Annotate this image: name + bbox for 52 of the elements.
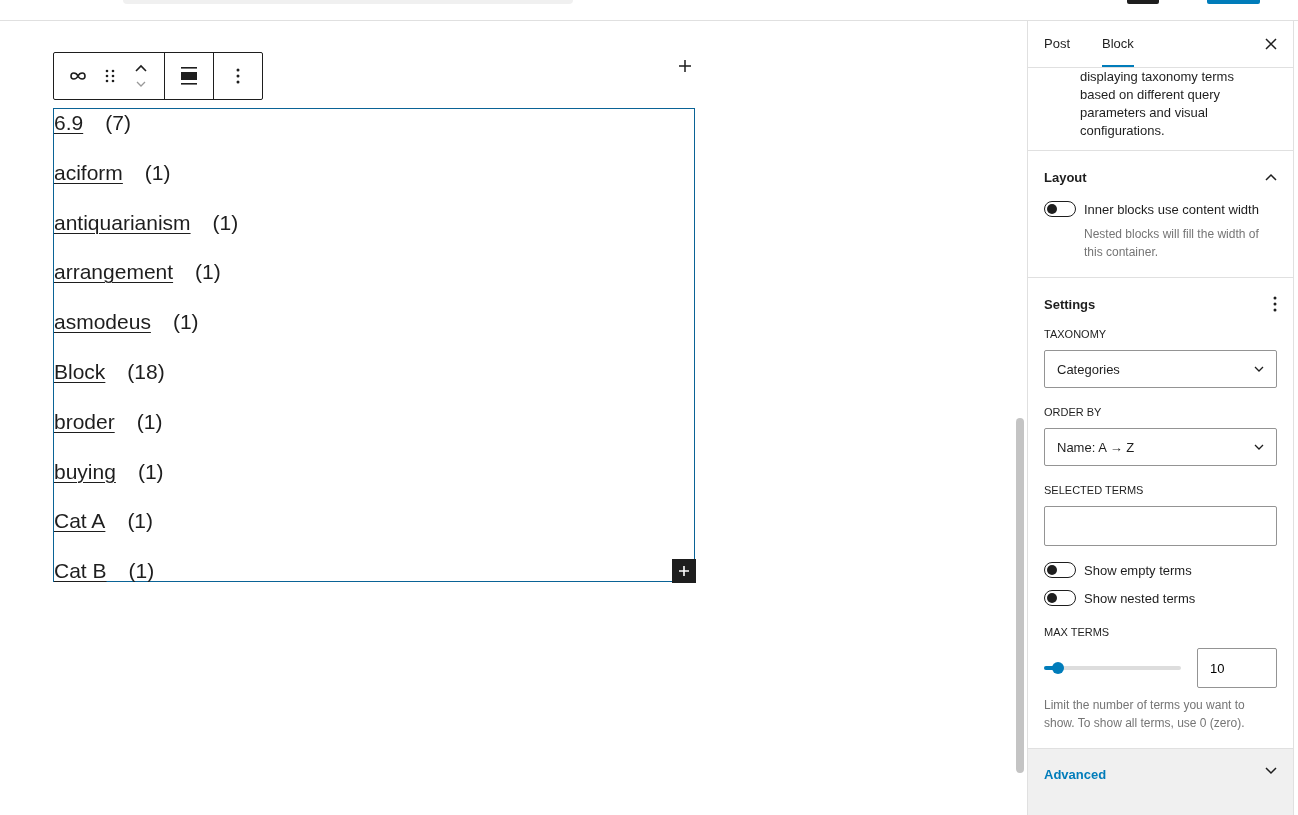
term-link[interactable]: arrangement bbox=[54, 258, 174, 287]
add-block-icon[interactable] bbox=[679, 60, 691, 72]
chevron-down-icon bbox=[1254, 366, 1264, 372]
panel-title: Settings bbox=[1044, 296, 1096, 312]
toggle-label: Inner blocks use content width bbox=[1084, 201, 1259, 217]
term-count: (18) bbox=[127, 359, 165, 385]
help-text: Limit the number of terms you want to show. To show all terms, use 0 (zero). bbox=[1044, 697, 1246, 732]
term-link[interactable]: Cat A bbox=[54, 507, 106, 536]
advanced-panel[interactable]: Advanced bbox=[1028, 749, 1293, 815]
terms-block[interactable]: 6.9 (7) aciform (1) antiquarianism (1) arrangement (1) asmodeus (1) Block (18) broder (1) buying (1) Cat A (1) Cat B (1) bbox=[53, 108, 695, 582]
chevron-icon[interactable] bbox=[1265, 173, 1277, 181]
field-label: MAX TERMS bbox=[1044, 626, 1111, 638]
toggle-label: Show nested terms bbox=[1084, 590, 1196, 606]
chevron-down-icon bbox=[1254, 444, 1264, 450]
number-field[interactable]: 10 bbox=[1197, 648, 1277, 688]
term-count: (1) bbox=[137, 458, 164, 485]
term-link[interactable]: asmodeus bbox=[54, 308, 151, 337]
sidebar-tab[interactable]: Post bbox=[1044, 21, 1070, 67]
toggle-switch[interactable] bbox=[1044, 562, 1076, 578]
term-count: (1) bbox=[212, 209, 239, 236]
plus-icon bbox=[678, 565, 689, 576]
panel-title: Layout bbox=[1044, 169, 1087, 185]
sidebar-tab[interactable]: Block bbox=[1102, 21, 1134, 67]
toggle-label: Show empty terms bbox=[1084, 562, 1192, 578]
toggle-switch[interactable] bbox=[1044, 201, 1076, 217]
help-text: Nested blocks will fill the width of this container. bbox=[1084, 226, 1260, 261]
term-link[interactable]: buying bbox=[54, 457, 116, 486]
order-select[interactable]: Name: A → Z bbox=[1044, 428, 1277, 466]
field-label: ORDER BY bbox=[1044, 406, 1103, 418]
term-count: (1) bbox=[172, 309, 199, 336]
term-link[interactable]: antiquarianism bbox=[54, 208, 191, 237]
close-icon[interactable] bbox=[1265, 38, 1277, 50]
term-link[interactable]: broder bbox=[54, 407, 115, 436]
term-link[interactable]: 6.9 bbox=[54, 109, 84, 137]
term-link[interactable]: aciform bbox=[54, 158, 123, 187]
toggle-switch[interactable] bbox=[1044, 590, 1076, 606]
term-count: (1) bbox=[136, 408, 163, 435]
term-link[interactable]: Block bbox=[54, 358, 106, 386]
more-options-icon[interactable] bbox=[1273, 296, 1277, 312]
block-description: displaying taxonomy terms based on different query parameters and visual configurations. bbox=[1080, 68, 1235, 140]
input-field[interactable] bbox=[1044, 506, 1277, 546]
term-count: (1) bbox=[144, 159, 171, 186]
term-count: (1) bbox=[127, 508, 154, 535]
taxonomy-select[interactable]: Categories bbox=[1044, 350, 1277, 388]
add-block-button[interactable] bbox=[671, 558, 696, 583]
term-count: (7) bbox=[105, 110, 131, 136]
slider-thumb[interactable] bbox=[1051, 662, 1064, 674]
term-count: (1) bbox=[128, 558, 155, 585]
scrollbar-thumb[interactable] bbox=[1016, 418, 1024, 773]
field-label: SELECTED TERMS bbox=[1044, 484, 1145, 496]
term-count: (1) bbox=[195, 259, 221, 286]
field-label: TAXONOMY bbox=[1044, 328, 1108, 340]
